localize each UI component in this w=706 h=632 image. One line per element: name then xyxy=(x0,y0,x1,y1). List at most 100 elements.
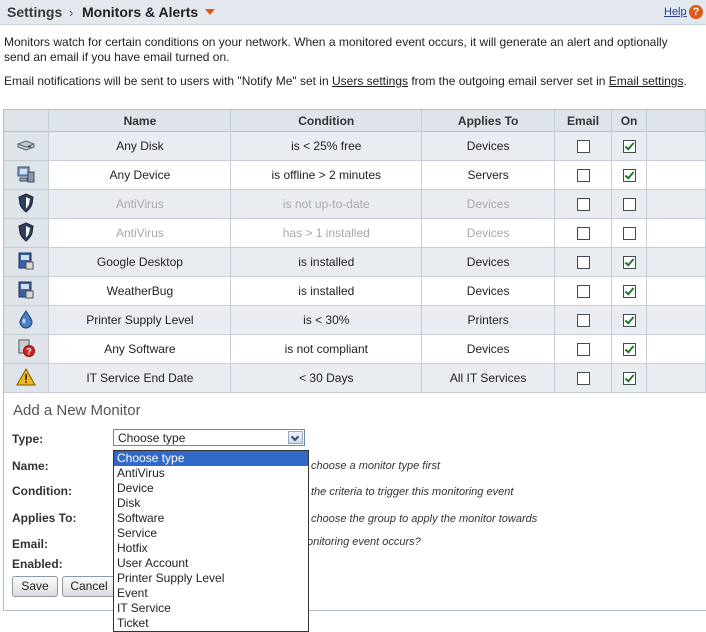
table-row[interactable]: Any Disk is < 25% free Devices xyxy=(4,131,706,161)
applies-to-hint: choose the group to apply the monitor to… xyxy=(311,513,538,525)
row-icon-cell xyxy=(4,363,50,393)
email-checkbox[interactable] xyxy=(576,227,590,241)
table-row[interactable]: WeatherBug is installed Devices xyxy=(4,276,706,306)
email-label: Email: xyxy=(12,537,49,551)
intro-text: Monitors watch for certain conditions on… xyxy=(4,35,668,64)
on-checkbox[interactable] xyxy=(622,314,636,328)
email-checkbox-cell xyxy=(554,160,613,190)
column-header-3: Applies To xyxy=(421,110,556,132)
condition-hint: the criteria to trigger this monitoring … xyxy=(311,486,514,498)
email-note-middle: from the outgoing email server set in xyxy=(408,74,609,88)
type-dropdown-list[interactable]: Choose type AntiVirus Device Disk Software Se… xyxy=(113,450,309,632)
empty-cell xyxy=(646,247,706,277)
chevron-down-icon[interactable] xyxy=(288,431,303,444)
on-checkbox-cell xyxy=(611,363,648,393)
on-checkbox[interactable] xyxy=(622,372,636,386)
dropdown-option[interactable]: Printer Supply Level xyxy=(114,571,308,586)
dropdown-option[interactable]: Software xyxy=(114,511,308,526)
empty-cell xyxy=(646,218,706,248)
email-checkbox[interactable] xyxy=(576,314,590,328)
on-checkbox[interactable] xyxy=(622,343,636,357)
email-checkbox[interactable] xyxy=(576,256,590,270)
add-monitor-title: Add a New Monitor xyxy=(13,402,141,419)
empty-cell xyxy=(646,131,706,161)
cancel-button[interactable]: Cancel xyxy=(62,576,116,597)
type-select[interactable]: Choose type xyxy=(113,429,305,446)
users-settings-link[interactable]: Users settings xyxy=(332,74,408,88)
dropdown-option[interactable]: Ticket xyxy=(114,616,308,631)
on-checkbox[interactable] xyxy=(622,169,636,183)
email-settings-link[interactable]: Email settings xyxy=(609,74,684,88)
empty-cell xyxy=(646,189,706,219)
name-cell: Any Device xyxy=(48,160,232,190)
email-checkbox[interactable] xyxy=(576,140,590,154)
page-title: Monitors & Alerts xyxy=(82,4,199,20)
on-checkbox-cell xyxy=(611,160,648,190)
email-checkbox[interactable] xyxy=(576,372,590,386)
enabled-label: Enabled: xyxy=(12,557,63,571)
dropdown-option[interactable]: Hotfix xyxy=(114,541,308,556)
row-icon-cell xyxy=(4,247,50,277)
condition-cell: is not up-to-date xyxy=(230,189,423,219)
name-cell: Google Desktop xyxy=(48,247,232,277)
dropdown-option[interactable]: Service xyxy=(114,526,308,541)
help-icon[interactable]: ? xyxy=(689,5,703,19)
dropdown-option[interactable]: Device xyxy=(114,481,308,496)
save-button[interactable]: Save xyxy=(12,576,58,597)
dropdown-option[interactable]: Choose type xyxy=(114,451,308,466)
name-cell: AntiVirus xyxy=(48,189,232,219)
help-link[interactable]: Help xyxy=(664,6,687,18)
table-row[interactable]: AntiVirus is not up-to-date Devices xyxy=(4,189,706,219)
on-checkbox[interactable] xyxy=(622,285,636,299)
email-note: Email notifications will be sent to user… xyxy=(4,74,694,89)
condition-cell: is < 25% free xyxy=(230,131,423,161)
name-cell: WeatherBug xyxy=(48,276,232,306)
applies-to-cell: Devices xyxy=(421,276,556,306)
on-checkbox[interactable] xyxy=(622,140,636,154)
row-icon-cell xyxy=(4,189,50,219)
email-checkbox[interactable] xyxy=(576,169,590,183)
table-row[interactable]: AntiVirus has > 1 installed Devices xyxy=(4,218,706,248)
dropdown-option[interactable]: AntiVirus xyxy=(114,466,308,481)
name-cell: IT Service End Date xyxy=(48,363,232,393)
table-row[interactable]: Any Device is offline > 2 minutes Servers xyxy=(4,160,706,190)
applies-to-cell: Devices xyxy=(421,189,556,219)
table-row[interactable]: Any Software is not compliant Devices xyxy=(4,334,706,364)
email-checkbox[interactable] xyxy=(576,198,590,212)
email-checkbox[interactable] xyxy=(576,285,590,299)
column-header-4: Email xyxy=(554,110,613,132)
email-hint: onitoring event occurs? xyxy=(307,536,421,548)
antivirus-shield-icon xyxy=(16,222,36,242)
column-header-2: Condition xyxy=(230,110,423,132)
on-checkbox[interactable] xyxy=(622,227,636,241)
on-checkbox[interactable] xyxy=(622,256,636,270)
email-checkbox-cell xyxy=(554,334,613,364)
applies-to-cell: All IT Services xyxy=(421,363,556,393)
dropdown-option[interactable]: Event xyxy=(114,586,308,601)
top-bar: Settings › Monitors & Alerts Help ? xyxy=(0,0,706,25)
column-header-1: Name xyxy=(48,110,232,132)
on-checkbox[interactable] xyxy=(622,198,636,212)
software-question-icon xyxy=(16,338,36,358)
table-row[interactable]: IT Service End Date < 30 Days All IT Servi… xyxy=(4,363,706,393)
email-checkbox-cell xyxy=(554,305,613,335)
software-icon xyxy=(16,251,36,271)
software-icon xyxy=(16,280,36,300)
warning-triangle-icon xyxy=(16,367,36,387)
dropdown-option[interactable]: Disk xyxy=(114,496,308,511)
dropdown-option[interactable]: User Account xyxy=(114,556,308,571)
table-row[interactable]: Printer Supply Level is < 30% Printers xyxy=(4,305,706,335)
applies-to-cell: Devices xyxy=(421,131,556,161)
type-label: Type: xyxy=(12,432,44,446)
dropdown-option[interactable]: IT Service xyxy=(114,601,308,616)
caret-down-icon[interactable] xyxy=(205,9,215,15)
table-row[interactable]: Google Desktop is installed Devices xyxy=(4,247,706,277)
email-checkbox[interactable] xyxy=(576,343,590,357)
condition-cell: is installed xyxy=(230,247,423,277)
column-header-6 xyxy=(646,110,706,132)
monitors-panel: Name Condition Applies To Email On Any Disk i… xyxy=(3,109,706,632)
row-icon-cell xyxy=(4,131,50,161)
breadcrumb-settings[interactable]: Settings xyxy=(7,4,62,20)
email-checkbox-cell xyxy=(554,363,613,393)
condition-cell: is installed xyxy=(230,276,423,306)
